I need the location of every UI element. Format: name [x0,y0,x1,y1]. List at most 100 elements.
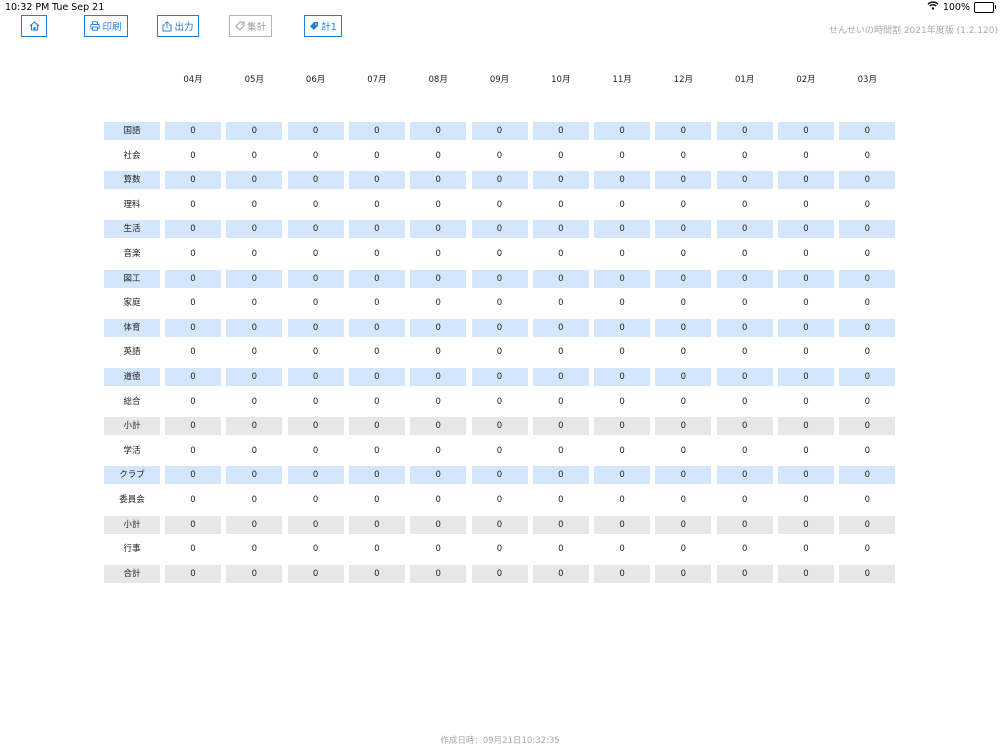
printer-icon [90,21,101,31]
table-cell: 0 [716,466,773,485]
table-cell: 0 [226,417,283,436]
table-cell: 0 [532,417,589,436]
table-cell: 0 [532,368,589,386]
table-cell: 0 [594,417,651,436]
print-button[interactable]: 印刷 [84,15,128,37]
table-cell: 0 [558,396,564,407]
table-cell: 0 [558,199,564,210]
table-cell: 0 [594,269,651,288]
table-cell: 0 [374,150,380,161]
month-header: 05月 [244,75,264,85]
table-cell: 0 [226,122,283,140]
table-cell: 0 [655,417,712,436]
total-button[interactable]: 計1 [304,15,342,37]
row-label: 家庭 [123,298,141,309]
table-cell: 0 [251,199,257,210]
table-cell: 0 [716,122,773,140]
table-cell: 0 [312,495,319,505]
table-cell: 0 [471,318,528,337]
table-cell: 0 [716,417,773,436]
table-cell: 0 [680,495,687,505]
table-cell: 0 [778,417,834,436]
app-version: せんせいの時間割 2021年度版 (1.2.120) [828,26,998,36]
table-cell: 0 [410,220,467,239]
table-cell: 0 [165,171,221,190]
table-cell: 0 [619,495,625,505]
month-header: 12月 [673,75,694,85]
table-cell: 0 [655,515,712,534]
table-cell: 0 [287,417,344,436]
table-cell: 0 [778,318,834,337]
table-cell: 0 [165,417,221,436]
export-button[interactable]: 出力 [157,15,199,37]
table-cell: 0 [226,466,283,485]
table-cell: 0 [165,220,221,239]
table-cell: 0 [348,368,405,386]
table-cell: 0 [716,220,773,239]
total-label: 計1 [321,22,337,33]
row-label: 英語 [123,347,141,358]
table-cell: 0 [471,417,528,436]
table-cell: 0 [864,298,870,309]
table-cell: 0 [532,466,589,485]
table-cell: 0 [655,122,712,140]
table-cell: 0 [680,199,687,210]
created-at: 作成日時：09月21日10:32:35 [440,736,560,746]
table-cell: 0 [558,347,564,358]
table-cell: 0 [558,298,564,309]
table-cell: 0 [410,318,467,337]
table-cell: 0 [287,368,344,386]
table-cell: 0 [435,495,441,505]
table-cell: 0 [680,150,687,161]
table-cell: 0 [778,564,834,583]
table-cell: 0 [251,396,257,407]
table-cell: 0 [655,269,712,288]
table-cell: 0 [312,150,319,161]
table-cell: 0 [532,318,589,337]
table-cell: 0 [312,298,319,309]
row-label: 音楽 [123,249,141,259]
status-date: Tue Sep 21 [52,2,105,13]
table-cell: 0 [864,396,870,407]
table-cell: 0 [312,347,319,358]
table-cell: 0 [778,515,834,534]
month-header: 11月 [612,75,632,85]
table-cell: 0 [594,515,651,534]
table-cell: 0 [716,318,773,337]
table-cell: 0 [803,298,809,309]
table-cell: 0 [348,515,405,534]
table-cell: 0 [374,347,380,358]
home-button[interactable] [21,15,47,37]
table-cell: 0 [287,122,344,140]
table-cell: 0 [655,368,712,386]
table-cell: 0 [680,347,687,358]
table-cell: 0 [839,122,896,140]
table-cell: 0 [532,269,589,288]
table-cell: 0 [496,445,503,456]
table-cell: 0 [190,199,196,210]
table-cell: 0 [619,150,625,161]
table-cell: 0 [716,269,773,288]
row-label: 図工 [104,269,160,288]
table-cell: 0 [348,564,405,583]
table-cell: 0 [226,564,283,583]
table-cell: 0 [619,347,625,358]
table-cell: 0 [287,171,344,190]
row-label: 理科 [123,199,141,210]
table-cell: 0 [190,445,196,456]
status-bar: 10:32 PM Tue Sep 21 100% [0,0,1000,14]
table-cell: 0 [839,564,896,583]
month-header: 04月 [183,75,203,85]
summary-button[interactable]: 集計 [229,15,272,37]
table-cell: 0 [655,318,712,337]
table-cell: 0 [741,150,748,161]
table-cell: 0 [348,220,405,239]
table-cell: 0 [251,445,257,456]
table-cell: 0 [226,269,283,288]
table-cell: 0 [741,249,748,259]
wifi-icon [927,1,939,13]
table-cell: 0 [410,564,467,583]
table-cell: 0 [251,544,257,555]
table-cell: 0 [655,564,712,583]
table-cell: 0 [680,445,687,456]
